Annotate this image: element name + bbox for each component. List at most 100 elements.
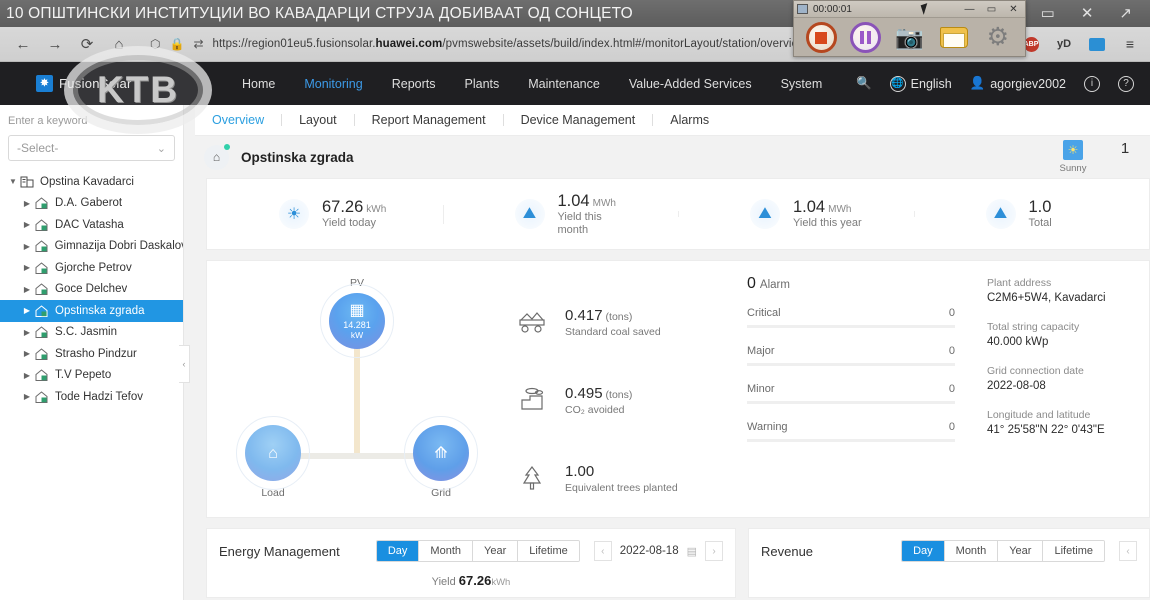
language-selector[interactable]: 🌐 English (889, 75, 952, 92)
eco-value: 1.00 (565, 462, 595, 480)
recorder-minimize-button[interactable]: — (961, 3, 978, 16)
topnav-utilities: 🔍 🌐 English 👤 agorgiev2002 i ? (856, 75, 1150, 92)
recorder-close-button[interactable]: ✕ (1005, 3, 1022, 16)
close-button[interactable]: ✕ (1081, 6, 1094, 21)
chevron-right-icon[interactable]: ▶ (20, 371, 34, 380)
nav-item-plants[interactable]: Plants (465, 77, 500, 91)
info-icon[interactable]: i (1084, 75, 1100, 92)
tab-overview[interactable]: Overview (195, 113, 281, 127)
app-topnav: ✸ FusionSolar Home Monitoring Reports Pl… (0, 62, 1150, 105)
shield-icon[interactable]: ⬡ (150, 37, 160, 51)
help-icon[interactable]: ? (1118, 75, 1134, 92)
range-day-button[interactable]: Day (902, 541, 945, 561)
share-icon[interactable]: ↗ (1119, 6, 1132, 21)
screenshot-button[interactable]: 📷 (894, 22, 925, 53)
chevron-down-icon[interactable]: ▼ (6, 177, 20, 186)
nav-item-system[interactable]: System (781, 77, 823, 91)
tree-node-goce-delchev[interactable]: ▶ Goce Delchev (0, 279, 183, 301)
tree-node-strasho-pindzur[interactable]: ▶ Strasho Pindzur (0, 343, 183, 365)
tab-alarms[interactable]: Alarms (653, 113, 726, 127)
alarm-level-bar (747, 325, 955, 328)
chevron-right-icon[interactable]: ▶ (20, 199, 34, 208)
sun-icon: ☀ (279, 199, 309, 229)
tree-node-da-gaberot[interactable]: ▶ D.A. Gaberot (0, 193, 183, 215)
tree-node-opstina-kavadarci[interactable]: ▼ Opstina Kavadarci (0, 171, 183, 193)
cast-icon[interactable] (1087, 34, 1107, 54)
range-month-button[interactable]: Month (944, 541, 999, 561)
flow-node-pv[interactable]: ▦ 14.281 kW (320, 284, 394, 358)
alarm-level-label: Warning (747, 421, 788, 433)
search-icon[interactable]: 🔍 (856, 76, 872, 91)
alarm-level-warning: Warning 0 (747, 421, 955, 442)
plant-tree: ▼ Opstina Kavadarci ▶ D.A. Gaberot ▶ DAC… (0, 171, 183, 408)
chevron-right-icon[interactable]: ▶ (20, 392, 34, 401)
open-folder-button[interactable] (938, 22, 969, 53)
nav-item-value-added-services[interactable]: Value-Added Services (629, 77, 752, 91)
calendar-icon[interactable]: ▤ (687, 545, 697, 558)
tree-node-dac-vatasha[interactable]: ▶ DAC Vatasha (0, 214, 183, 236)
yandex-icon[interactable]: yD (1054, 34, 1074, 54)
chevron-right-icon[interactable]: ▶ (20, 349, 34, 358)
nav-item-monitoring[interactable]: Monitoring (304, 77, 362, 91)
maximize-button[interactable]: ▭ (1041, 6, 1055, 21)
username-label: agorgiev2002 (990, 76, 1066, 91)
kpi-label: Total (1028, 217, 1052, 229)
sidebar-collapse-handle[interactable]: ‹ (179, 345, 190, 383)
tree-node-sc-jasmin[interactable]: ▶ S.C. Jasmin (0, 322, 183, 344)
tree-node-label: Gjorche Petrov (55, 261, 132, 274)
stop-record-button[interactable] (805, 22, 837, 53)
recorder-app-icon (797, 4, 808, 14)
chevron-right-icon[interactable]: ▶ (20, 263, 34, 272)
kpi-label: Yield this month (557, 210, 602, 236)
nav-item-home[interactable]: Home (242, 77, 275, 91)
chevron-right-icon[interactable]: ▶ (20, 220, 34, 229)
screen-recorder-toolbar[interactable]: 00:00:01 — ▭ ✕ 📷 ⚙ (793, 0, 1026, 57)
range-day-button[interactable]: Day (376, 541, 420, 561)
chevron-right-icon[interactable]: ▶ (20, 306, 34, 315)
flow-node-load[interactable]: ⌂ (236, 416, 310, 490)
nav-item-reports[interactable]: Reports (392, 77, 436, 91)
forward-button[interactable]: → (42, 31, 68, 57)
tab-report-management[interactable]: Report Management (355, 113, 503, 127)
kpi-value: 1.0 (1028, 198, 1052, 216)
chevron-right-icon[interactable]: ▶ (20, 285, 34, 294)
range-month-button[interactable]: Month (419, 541, 473, 561)
recorder-timer: 00:00:01 (813, 3, 852, 15)
tab-device-management[interactable]: Device Management (504, 113, 653, 127)
app-logo[interactable]: ✸ FusionSolar (36, 75, 236, 92)
plant-filter-select[interactable]: -Select- ⌄ (8, 135, 175, 161)
reload-button[interactable]: ⟳ (74, 31, 100, 57)
home-button[interactable]: ⌂ (106, 31, 132, 57)
page-title: Opstinska zgrada (241, 149, 354, 165)
pause-record-button[interactable] (849, 22, 881, 53)
settings-button[interactable]: ⚙ (982, 22, 1013, 53)
chevron-right-icon[interactable]: ▶ (20, 242, 34, 251)
previous-date-button[interactable]: ‹ (593, 541, 612, 561)
tree-node-opstinska-zgrada[interactable]: ▶ Opstinska zgrada (0, 300, 183, 322)
next-date-button[interactable]: › (705, 541, 723, 561)
nav-item-maintenance[interactable]: Maintenance (528, 77, 600, 91)
user-account[interactable]: 👤 agorgiev2002 (970, 76, 1066, 91)
flow-node-grid[interactable]: ⟰ (404, 416, 478, 490)
tree-node-gimnazija-dobri-daskalov[interactable]: ▶ Gimnazija Dobri Daskalov (0, 236, 183, 258)
menu-icon[interactable]: ≡ (1120, 34, 1140, 54)
energy-summary: Yield 67.26kWh (207, 573, 735, 588)
previous-date-button[interactable]: ‹ (1119, 541, 1137, 561)
tree-node-tode-hadzi-tefov[interactable]: ▶ Tode Hadzi Tefov (0, 386, 183, 408)
range-lifetime-button[interactable]: Lifetime (1043, 541, 1104, 561)
recorder-maximize-button[interactable]: ▭ (983, 3, 1000, 16)
eco-value: 0.417 (tons) (565, 306, 633, 324)
tree-node-tv-pepeto[interactable]: ▶ T.V Pepeto (0, 365, 183, 387)
back-button[interactable]: ← (10, 31, 36, 57)
lock-icon[interactable]: 🔒 (169, 37, 184, 51)
reader-mode-icon[interactable]: ⇄ (193, 37, 203, 51)
chevron-right-icon[interactable]: ▶ (20, 328, 34, 337)
range-year-button[interactable]: Year (473, 541, 519, 561)
plant-home-icon: ⌂ (204, 143, 230, 170)
search-input[interactable]: Enter a keyword (0, 113, 183, 133)
kpi-label: Yield this year (793, 217, 862, 229)
range-lifetime-button[interactable]: Lifetime (518, 541, 579, 561)
tab-layout[interactable]: Layout (282, 113, 354, 127)
range-year-button[interactable]: Year (998, 541, 1044, 561)
tree-node-gjorche-petrov[interactable]: ▶ Gjorche Petrov (0, 257, 183, 279)
